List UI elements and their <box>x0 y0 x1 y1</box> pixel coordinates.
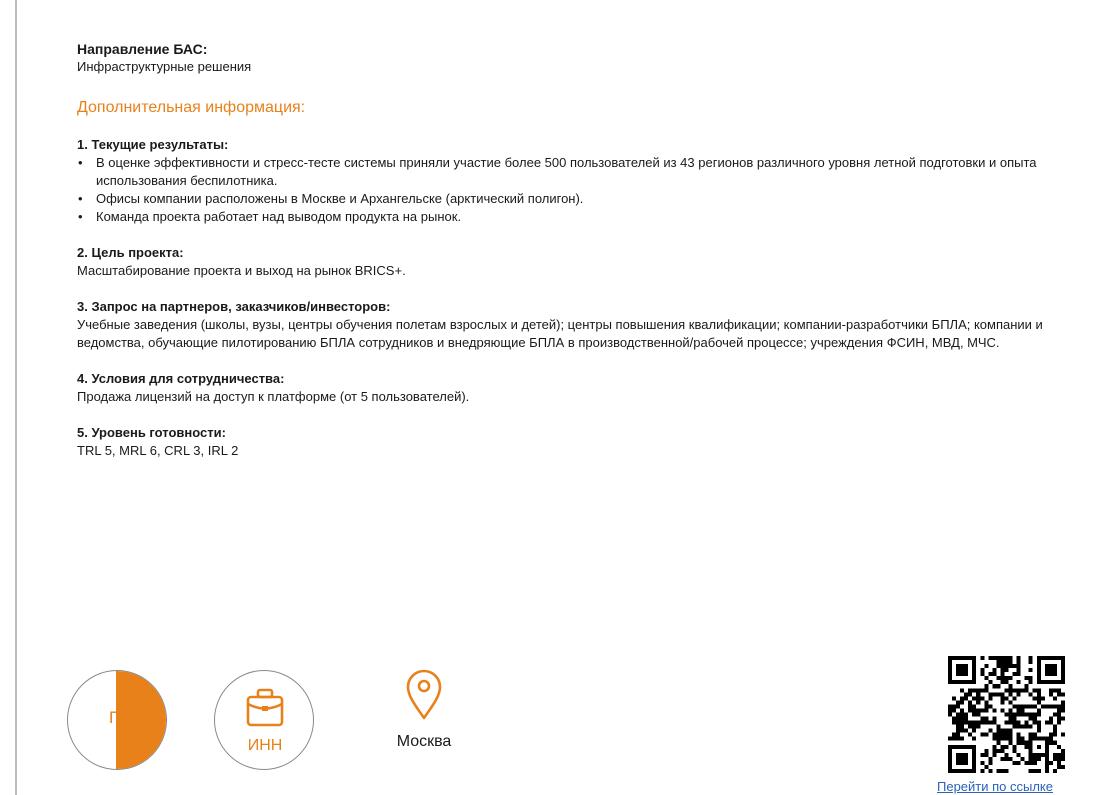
partners-text: Учебные заведения (школы, вузы, центры о… <box>77 317 1043 350</box>
project-card-content: Направление БАС: Инфраструктурные решени… <box>77 40 1067 478</box>
conditions-title: 4. Условия для сотрудничества: <box>77 371 285 386</box>
p-badge-letter: П <box>109 708 122 727</box>
city-name: Москва <box>396 733 452 750</box>
direction-value: Инфраструктурные решения <box>77 59 252 74</box>
goal-section: 2. Цель проекта: Масштабирование проекта… <box>77 244 1067 280</box>
partners-section: 3. Запрос на партнеров, заказчиков/инвес… <box>77 298 1067 352</box>
qr-code-image[interactable] <box>948 656 1065 773</box>
conditions-section: 4. Условия для сотрудничества: Продажа л… <box>77 370 1067 406</box>
qr-link[interactable]: Перейти по ссылке <box>937 779 1053 795</box>
readiness-section: 5. Уровень готовности: TRL 5, MRL 6, CRL… <box>77 424 1067 460</box>
results-section: 1. Текущие результаты: В оценке эффектив… <box>77 136 1067 226</box>
direction-label: Направление БАС: <box>77 41 208 57</box>
briefcase-icon <box>246 688 284 727</box>
goal-text: Масштабирование проекта и выход на рынок… <box>77 263 406 278</box>
results-list: В оценке эффективности и стресс-тесте си… <box>77 154 1067 226</box>
results-title: 1. Текущие результаты: <box>77 137 229 152</box>
readiness-title: 5. Уровень готовности: <box>77 425 226 440</box>
inn-badge: ИНН <box>214 670 314 770</box>
p-badge: П <box>67 670 167 770</box>
p-badge-fill <box>116 671 166 769</box>
map-pin-icon <box>406 669 442 720</box>
left-margin-rule <box>15 0 17 795</box>
goal-title: 2. Цель проекта: <box>77 245 184 260</box>
list-item: В оценке эффективности и стресс-тесте си… <box>77 154 1067 190</box>
list-item: Офисы компании расположены в Москве и Ар… <box>77 190 1067 208</box>
readiness-text: TRL 5, MRL 6, CRL 3, IRL 2 <box>77 443 239 458</box>
additional-info-heading: Дополнительная информация: <box>77 99 306 116</box>
partners-title: 3. Запрос на партнеров, заказчиков/инвес… <box>77 299 391 314</box>
conditions-text: Продажа лицензий на доступ к платформе (… <box>77 389 470 404</box>
location-block: Москва <box>392 668 456 751</box>
document-page: Направление БАС: Инфраструктурные решени… <box>0 0 1093 795</box>
inn-label: ИНН <box>247 737 283 754</box>
list-item: Команда проекта работает над выводом про… <box>77 208 1067 226</box>
